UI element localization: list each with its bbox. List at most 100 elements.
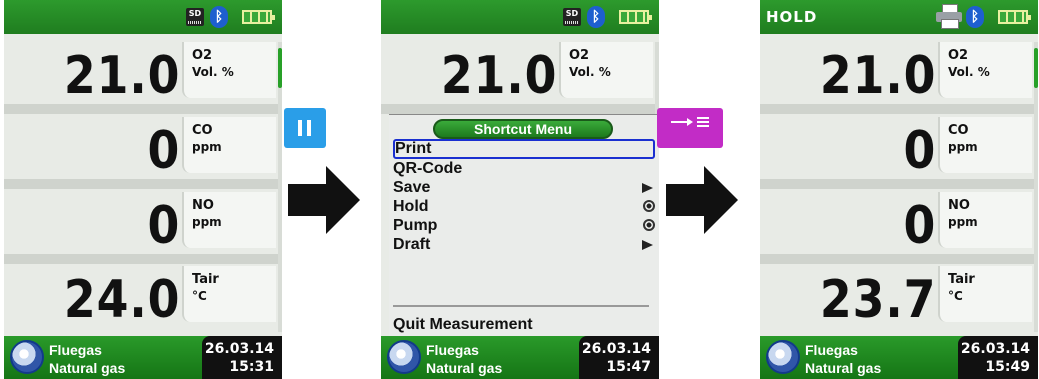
screen-hold: HOLD ᛒ 21.0 O2 Vol. % 0 CO ppm 0 NO ppm … [760,0,1038,379]
fuel-gauge-icon [766,340,800,374]
reading-row-co: 0 CO ppm [4,111,282,189]
menu-item-qr-code[interactable]: QR-Code [393,159,655,179]
scrollbar-thumb[interactable] [278,48,282,88]
reading-value: 0 [147,121,180,181]
gas-unit: Vol. % [192,65,234,79]
menu-item-save[interactable]: Save [393,178,655,198]
arrow-to-list-icon [671,117,709,127]
datetime-box: 26.03.14 15:31 [202,336,282,379]
menu-item-label: QR-Code [393,160,463,177]
menu-divider [393,305,649,307]
gas-name: CO [948,123,969,138]
reading-row-no: 0 NO ppm [760,186,1038,264]
gas-name: O2 [192,48,213,63]
gas-name: O2 [948,48,969,63]
reading-label-box: O2 Vol. % [938,42,1032,98]
menu-item-pump[interactable]: Pump [393,216,655,236]
fuel-gauge-icon [10,340,44,374]
gas-name: NO [192,198,214,213]
status-footer: Fluegas Natural gas 26.03.14 15:49 [760,336,1038,379]
fuel-subtype: Natural gas [49,360,126,376]
status-footer: Fluegas Natural gas 26.03.14 15:31 [4,336,282,379]
submenu-arrow-icon [642,240,653,250]
date: 26.03.14 [581,341,651,357]
fuel-type: Fluegas [426,342,479,358]
shortcut-menu: Shortcut Menu Print QR-Code Save Hold Pu… [389,114,659,337]
gas-unit: ppm [948,140,978,154]
battery-icon [619,10,652,24]
menu-item-label: Print [395,140,432,157]
reading-value: 0 [903,121,936,181]
arrow-right-icon [666,166,738,234]
reading-value: 21.0 [63,46,180,106]
gas-name: CO [192,123,213,138]
screen-live-1: SD ᛒ 21.0 O2 Vol. % 0 CO ppm 0 NO ppm 24… [4,0,282,379]
printer-icon [936,4,962,29]
reading-value: 21.0 [819,46,936,106]
reading-value: 0 [147,196,180,256]
gas-unit: °C [948,289,963,303]
datetime-box: 26.03.14 15:47 [579,336,659,379]
arrow-right-icon [288,166,360,234]
fuel-subtype: Natural gas [805,360,882,376]
menu-item-label: Draft [393,236,431,253]
fuel-subtype: Natural gas [426,360,503,376]
reading-row-tair: 23.7 Tair °C [760,260,1038,338]
gas-unit: ppm [948,215,978,229]
battery-icon [242,10,275,24]
reading-label-box: CO ppm [182,117,276,173]
radio-icon [643,219,655,231]
reading-label-box: Tair °C [182,266,276,322]
gas-unit: ppm [192,140,222,154]
reading-label-box: O2 Vol. % [559,42,653,98]
menu-item-draft[interactable]: Draft [393,235,655,255]
gas-unit: ppm [192,215,222,229]
fuel-type: Fluegas [805,342,858,358]
date: 26.03.14 [204,341,274,357]
menu-item-hold[interactable]: Hold [393,197,655,217]
gas-name: Tair [192,272,219,287]
fuel-type: Fluegas [49,342,102,358]
time: 15:47 [606,359,651,375]
bluetooth-icon: ᛒ [966,6,984,28]
menu-item-print[interactable]: Print [393,139,655,159]
menu-item-label: Save [393,179,431,196]
pause-key-button[interactable] [284,108,326,148]
radio-icon [643,200,655,212]
gas-unit: °C [192,289,207,303]
bluetooth-icon: ᛒ [587,6,605,28]
reading-value: 0 [903,196,936,256]
pause-icon [298,120,302,136]
reading-row-co: 0 CO ppm [760,111,1038,189]
reading-row-o2: 21.0 O2 Vol. % [4,36,282,114]
reading-value: 23.7 [819,270,936,330]
screen-shortcut-menu: SD ᛒ 21.0 O2 Vol. % Shortcut Menu Print … [381,0,659,379]
menu-title: Shortcut Menu [433,119,613,139]
top-bar: SD ᛒ [4,0,282,34]
submenu-arrow-icon [642,183,653,193]
fuel-gauge-icon [387,340,421,374]
reading-row-o2: 21.0 O2 Vol. % [760,36,1038,114]
reading-row-tair: 24.0 Tair °C [4,260,282,338]
bluetooth-icon: ᛒ [210,6,228,28]
reading-label-box: NO ppm [938,192,1032,248]
menu-item-label: Hold [393,198,429,215]
gas-name: Tair [948,272,975,287]
menu-item-label: Pump [393,217,438,234]
reading-row-no: 0 NO ppm [4,186,282,264]
hold-indicator: HOLD [766,8,818,26]
reading-label-box: Tair °C [938,266,1032,322]
reading-row-o2: 21.0 O2 Vol. % [381,36,659,114]
reading-value: 24.0 [63,270,180,330]
reading-label-box: NO ppm [182,192,276,248]
gas-name: NO [948,198,970,213]
print-key-button[interactable] [657,108,723,148]
pause-icon [307,120,311,136]
scrollbar-thumb[interactable] [1034,48,1038,88]
menu-item-quit-measurement[interactable]: Quit Measurement [393,315,655,335]
datetime-box: 26.03.14 15:49 [958,336,1038,379]
time: 15:49 [985,359,1030,375]
menu-item-label: Quit Measurement [393,316,533,333]
status-footer: Fluegas Natural gas 26.03.14 15:47 [381,336,659,379]
sd-card-icon: SD [563,8,581,26]
